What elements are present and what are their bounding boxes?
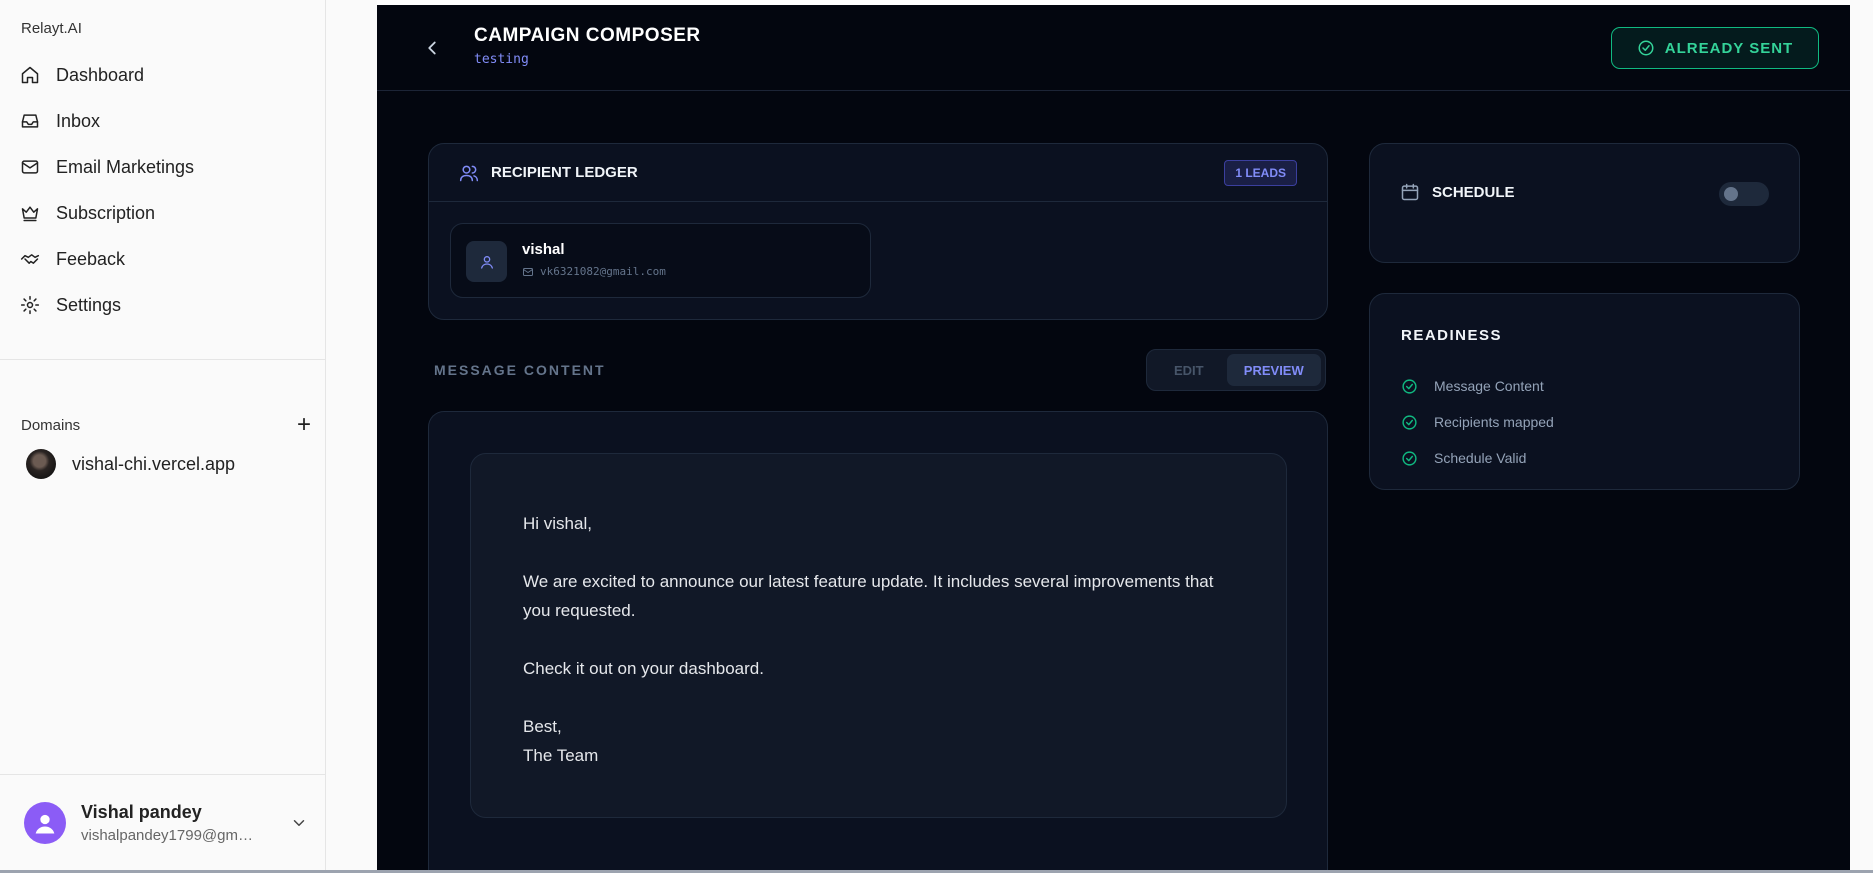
email-greeting: Hi vishal, [523,514,592,533]
user-name: Vishal pandey [81,802,202,822]
gear-icon [20,295,40,315]
sidebar-item-email-marketings[interactable]: Email Marketings [0,144,325,190]
sidebar-nav: Dashboard Inbox Email Marketings Subscri… [0,52,325,328]
divider [0,359,325,360]
message-preview-card: Hi vishal, We are excited to announce ou… [428,411,1328,873]
sidebar-item-label: Settings [56,294,122,315]
email-signature: The Team [523,746,599,765]
already-sent-button[interactable]: ALREADY SENT [1611,27,1819,69]
users-icon [459,165,479,181]
domain-avatar [26,449,56,479]
sidebar-item-subscription[interactable]: Subscription [0,190,325,236]
avatar [24,802,66,844]
composer-header: CAMPAIGN COMPOSER testing ALREADY SENT [377,5,1850,91]
sidebar-item-label: Subscription [56,202,156,223]
list-item: Message Content [1401,368,1554,404]
sidebar-item-label: Email Marketings [56,156,195,177]
recipient-email-text: vk6321082@gmail.com [540,265,666,278]
readiness-list: Message Content Recipients mapped Schedu… [1401,368,1554,476]
check-circle-icon [1402,414,1417,430]
brand-name: Relayt.AI [21,20,82,37]
readiness-item-label: Recipients mapped [1434,414,1554,430]
domain-name: vishal-chi.vercel.app [72,453,236,474]
domains-label: Domains [21,416,81,434]
sidebar-item-inbox[interactable]: Inbox [0,98,325,144]
page-title: CAMPAIGN COMPOSER [474,25,701,46]
list-item: Recipients mapped [1401,404,1554,440]
domains-header: Domains + [21,413,311,437]
schedule-card: SCHEDULE [1369,143,1800,263]
chevron-down-icon[interactable] [290,814,308,832]
campaign-composer: CAMPAIGN COMPOSER testing ALREADY SENT R… [377,5,1850,873]
mail-icon [523,267,533,276]
back-arrow-icon[interactable] [421,37,443,59]
recipient-ledger: RECIPIENT LEDGER 1 LEADS vishal vk632108… [428,143,1328,320]
check-circle-icon [1402,450,1417,466]
message-content-label: MESSAGE CONTENT [434,362,606,378]
recipient-name: vishal [522,241,565,258]
schedule-toggle[interactable] [1719,182,1769,206]
sidebar-item-settings[interactable]: Settings [0,282,325,328]
check-circle-icon [1638,40,1654,56]
edit-preview-toggle: EDIT PREVIEW [1146,349,1326,391]
email-preview: Hi vishal, We are excited to announce ou… [470,453,1287,818]
recipient-ledger-header: RECIPIENT LEDGER 1 LEADS [429,144,1327,202]
domain-item[interactable]: vishal-chi.vercel.app [26,449,235,479]
sidebar-item-feeback[interactable]: Feeback [0,236,325,282]
readiness-title: READINESS [1401,327,1503,344]
crown-icon [21,206,39,222]
campaign-name: testing [474,52,529,67]
readiness-item-label: Schedule Valid [1434,450,1527,466]
add-domain-button[interactable]: + [297,413,311,437]
content-gutter [326,0,377,873]
content-gutter [1850,0,1873,873]
divider [0,774,325,775]
schedule-header: SCHEDULE [1400,182,1515,202]
schedule-title: SCHEDULE [1432,183,1515,201]
sidebar-item-label: Dashboard [56,64,145,85]
avatar [466,241,507,282]
inbox-icon [21,114,39,128]
sidebar-item-label: Inbox [56,110,101,131]
tab-preview[interactable]: PREVIEW [1226,354,1321,386]
handshake-icon [20,254,40,264]
sidebar-item-label: Feeback [56,248,126,269]
recipient-email: vk6321082@gmail.com [522,265,666,278]
user-icon [35,814,55,834]
tab-edit[interactable]: EDIT [1151,354,1227,386]
sidebar-item-dashboard[interactable]: Dashboard [0,52,325,98]
recipient-ledger-title: RECIPIENT LEDGER [491,164,638,181]
readiness-card: READINESS Message Content Recipients map… [1369,293,1800,490]
user-email: vishalpandey1799@gmai... [81,827,261,844]
email-paragraph: Check it out on your dashboard. [523,659,764,678]
check-circle-icon [1402,378,1417,394]
recipient-card[interactable]: vishal vk6321082@gmail.com [450,223,871,298]
already-sent-label: ALREADY SENT [1664,39,1794,57]
email-paragraph: We are excited to announce our latest fe… [523,572,1214,620]
readiness-item-label: Message Content [1434,378,1544,394]
leads-badge: 1 LEADS [1224,160,1297,186]
list-item: Schedule Valid [1401,440,1554,476]
user-icon [480,255,493,269]
mail-icon [21,160,39,174]
sidebar: Relayt.AI Dashboard Inbox Email Marketin… [0,0,326,873]
email-signoff: Best, [523,717,562,736]
home-icon [21,66,39,84]
calendar-icon [1401,183,1419,201]
user-menu[interactable]: Vishal pandey vishalpandey1799@gmai... [24,802,305,844]
